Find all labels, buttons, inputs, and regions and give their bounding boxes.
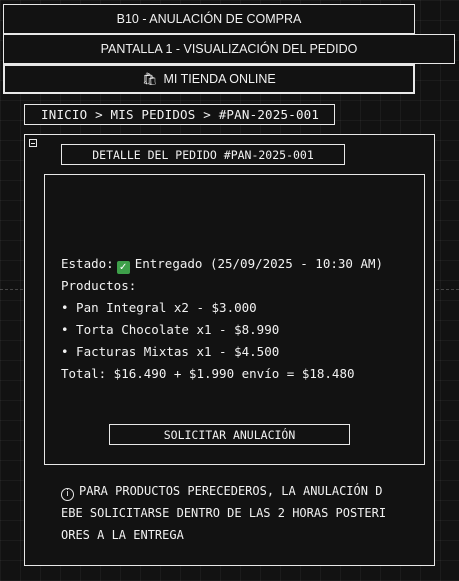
screen-title: PANTALLA 1 - VISUALIZACIÓN DEL PEDIDO: [100, 42, 358, 56]
notice-text: PARA PRODUCTOS PERECEDEROS, LA ANULACIÓN…: [79, 484, 383, 498]
status-value: Entregado (25/09/2025 - 10:30 AM): [134, 256, 384, 271]
section-title-bar: B10 - ANULACIÓN DE COMPRA: [3, 4, 415, 34]
order-detail-box: [44, 174, 425, 465]
products-label: Productos:: [61, 278, 137, 293]
product-item: • Torta Chocolate x1 - $8.990: [61, 322, 280, 337]
panel-title-text: DETALLE DEL PEDIDO #PAN-2025-001: [92, 147, 314, 162]
section-title: B10 - ANULACIÓN DE COMPRA: [116, 12, 302, 26]
panel-title: DETALLE DEL PEDIDO #PAN-2025-001: [61, 144, 345, 165]
product-item: • Pan Integral x2 - $3.000: [61, 300, 257, 315]
order-total: Total: $16.490 + $1.990 envío = $18.480: [61, 366, 355, 381]
check-mark-icon: ✓: [116, 261, 130, 274]
request-cancellation-button[interactable]: SOLICITAR ANULACIÓN: [109, 424, 350, 445]
cancel-button-label[interactable]: SOLICITAR ANULACIÓN: [164, 428, 296, 442]
status-label: Estado:: [61, 256, 114, 271]
screen-title-bar: PANTALLA 1 - VISUALIZACIÓN DEL PEDIDO: [3, 34, 455, 64]
store-name: MI TIENDA ONLINE: [163, 72, 276, 86]
notice-line: i PARA PRODUCTOS PERECEDEROS, LA ANULACIÓ…: [61, 484, 382, 501]
shopping-bags-icon: 🛍: [142, 72, 158, 86]
product-item: • Facturas Mixtas x1 - $4.500: [61, 344, 280, 359]
breadcrumb-text[interactable]: INICIO > MIS PEDIDOS > #PAN-2025-001: [41, 107, 319, 122]
store-header: 🛍 MI TIENDA ONLINE: [3, 64, 415, 94]
order-status: Estado: ✓ Entregado (25/09/2025 - 10:30 AM…: [61, 256, 383, 274]
info-icon: i: [61, 488, 74, 501]
notice-line: EBE SOLICITARSE DENTRO DE LAS 2 HORAS PO…: [61, 506, 387, 520]
breadcrumb[interactable]: INICIO > MIS PEDIDOS > #PAN-2025-001: [24, 104, 335, 125]
notice-line: ORES A LA ENTREGA: [61, 528, 184, 542]
collapse-minus-icon[interactable]: [29, 139, 37, 147]
